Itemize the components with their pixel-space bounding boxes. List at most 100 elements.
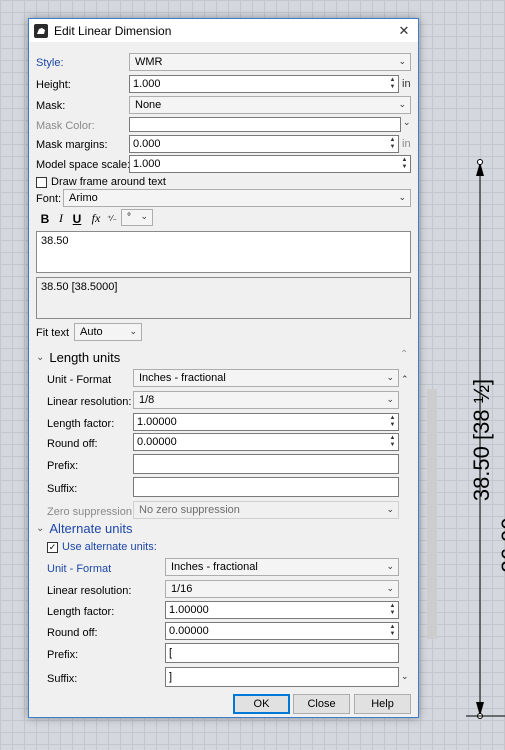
- style-dropdown[interactable]: WMR ⌄: [129, 53, 411, 71]
- fit-text-dropdown[interactable]: Auto ⌄: [74, 323, 142, 341]
- alt-factor-label: Length factor:: [47, 606, 115, 618]
- dimension-text-second[interactable]: 36.00: [497, 517, 505, 572]
- style-value: WMR: [135, 56, 163, 68]
- alt-roundoff-value: 0.00000: [169, 625, 209, 637]
- rhino-app-icon: [34, 23, 48, 38]
- length-units-header[interactable]: ⌄ Length units: [36, 350, 120, 365]
- length-roundoff-value: 0.00000: [137, 436, 177, 448]
- alt-roundoff-input[interactable]: 0.00000 ▲ ▼: [165, 622, 399, 640]
- chevron-down-icon: ⌄: [386, 394, 394, 404]
- dimension-text[interactable]: 38.50 [38 ½]: [469, 379, 495, 501]
- draw-frame-checkbox[interactable]: [36, 176, 47, 188]
- model-scale-value: 1.000: [133, 158, 161, 170]
- alt-prefix-input[interactable]: [: [165, 643, 399, 663]
- alt-suffix-input[interactable]: ]: [165, 667, 399, 687]
- scroll-down-icon[interactable]: ⌄: [401, 671, 409, 682]
- alt-resolution-value: 1/16: [171, 583, 193, 595]
- length-suffix-label: Suffix:: [47, 483, 78, 495]
- chevron-down-icon: ⌄: [398, 56, 406, 66]
- height-label: Height:: [36, 79, 71, 91]
- use-alternate-units-label: Use alternate units:: [62, 541, 157, 553]
- length-factor-input[interactable]: 1.00000 ▲ ▼: [133, 413, 399, 431]
- dimension-text-preview: 38.50 [38.5000]: [36, 277, 411, 319]
- close-button[interactable]: Close: [293, 694, 350, 714]
- length-roundoff-input[interactable]: 0.00000 ▲ ▼: [133, 433, 399, 451]
- length-roundoff-spinner-icon[interactable]: ▲ ▼: [387, 434, 398, 450]
- length-prefix-label: Prefix:: [47, 460, 79, 472]
- mask-color-swatch[interactable]: [129, 117, 401, 132]
- height-unit: in: [402, 78, 411, 90]
- ok-button[interactable]: OK: [233, 694, 290, 714]
- length-suffix-input[interactable]: [133, 477, 399, 497]
- bold-button[interactable]: B: [37, 210, 53, 227]
- mask-margins-spinner-icon[interactable]: ▲ ▼: [387, 136, 398, 152]
- font-value: Arimo: [69, 192, 98, 204]
- italic-button[interactable]: I: [53, 210, 69, 227]
- alt-resolution-dropdown[interactable]: 1/16 ⌄: [165, 580, 399, 598]
- alt-factor-spinner-icon[interactable]: ▲ ▼: [387, 602, 398, 618]
- symbol-dropdown[interactable]: ° ⌄: [121, 209, 153, 226]
- model-scale-label: Model space scale:: [36, 159, 131, 171]
- height-spinner-icon[interactable]: ▲ ▼: [387, 76, 398, 92]
- fit-text-value: Auto: [80, 326, 103, 338]
- symbol-value: °: [127, 212, 131, 223]
- chevron-down-icon: ⌄: [129, 326, 137, 336]
- alt-unit-format-dropdown[interactable]: Inches - fractional ⌄: [165, 558, 399, 576]
- length-factor-spinner-icon[interactable]: ▲ ▼: [387, 414, 398, 430]
- edit-linear-dimension-dialog: Edit Linear Dimension ✕ Style: WMR ⌄ Hei…: [28, 18, 437, 718]
- alt-factor-input[interactable]: 1.00000 ▲ ▼: [165, 601, 399, 619]
- fit-text-label: Fit text: [36, 327, 70, 339]
- length-roundoff-label: Round off:: [47, 438, 98, 450]
- alt-unit-format-label: Unit - Format: [47, 563, 112, 575]
- alt-unit-format-value: Inches - fractional: [171, 561, 258, 573]
- mask-margins-input[interactable]: 0.000 ▲ ▼: [129, 135, 399, 153]
- dimension-text-value: 38.50: [41, 235, 69, 247]
- chevron-down-icon: ⌄: [386, 372, 394, 382]
- chevron-down-icon[interactable]: ⌄: [403, 117, 411, 128]
- length-resolution-value: 1/8: [139, 394, 155, 406]
- font-label: Font:: [36, 193, 62, 205]
- model-scale-input[interactable]: 1.000 ▲ ▼: [129, 155, 411, 173]
- dialog-titlebar[interactable]: Edit Linear Dimension ✕: [29, 19, 418, 42]
- chevron-down-icon: ⌄: [36, 352, 45, 363]
- alt-roundoff-spinner-icon[interactable]: ▲ ▼: [387, 623, 398, 639]
- font-dropdown[interactable]: Arimo ⌄: [63, 189, 411, 207]
- mask-dropdown[interactable]: None ⌄: [129, 96, 411, 114]
- stack-fraction-button[interactable]: ⁺⁄₋: [104, 210, 120, 227]
- panel-scrollbar[interactable]: [427, 389, 437, 639]
- length-factor-value: 1.00000: [137, 416, 177, 428]
- use-alternate-units-row[interactable]: ✓ Use alternate units:: [47, 538, 411, 556]
- alt-suffix-label: Suffix:: [47, 673, 78, 685]
- alt-roundoff-label: Round off:: [47, 627, 98, 639]
- chevron-down-icon: ⌄: [36, 523, 45, 534]
- preview-value: 38.50 [38.5000]: [41, 281, 118, 293]
- height-input[interactable]: 1.000 ▲ ▼: [129, 75, 399, 93]
- help-button[interactable]: Help: [354, 694, 411, 714]
- mask-margins-label: Mask margins:: [36, 139, 108, 151]
- dimension-text-input[interactable]: 38.50: [36, 231, 411, 273]
- length-resolution-label: Linear resolution:: [47, 396, 132, 408]
- model-scale-spinner-icon[interactable]: ▲ ▼: [399, 156, 410, 172]
- length-resolution-dropdown[interactable]: 1/8 ⌄: [133, 391, 399, 409]
- mask-label: Mask:: [36, 100, 66, 112]
- close-icon[interactable]: ✕: [390, 19, 418, 42]
- chevron-down-icon: ⌄: [386, 561, 394, 571]
- length-factor-label: Length factor:: [47, 418, 115, 430]
- alternate-units-header[interactable]: ⌄ Alternate units: [36, 521, 133, 536]
- use-alternate-units-checkbox[interactable]: ✓: [47, 541, 58, 553]
- zero-suppression-label: Zero suppression:: [47, 506, 136, 518]
- mask-color-label: Mask Color:: [36, 120, 95, 132]
- length-unit-format-value: Inches - fractional: [139, 372, 226, 384]
- alt-suffix-value: ]: [169, 671, 173, 683]
- zero-suppression-dropdown[interactable]: No zero suppression ⌄: [133, 501, 399, 519]
- length-prefix-input[interactable]: [133, 454, 399, 474]
- height-value: 1.000: [133, 78, 161, 90]
- chevron-down-icon: ⌄: [386, 583, 394, 593]
- alternate-units-title: Alternate units: [49, 521, 133, 536]
- underline-button[interactable]: U: [69, 210, 85, 227]
- function-button[interactable]: fx: [88, 210, 104, 227]
- alt-prefix-label: Prefix:: [47, 649, 79, 661]
- chevron-up-icon[interactable]: ⌃: [400, 349, 408, 360]
- alt-resolution-label: Linear resolution:: [47, 585, 132, 597]
- length-unit-format-dropdown[interactable]: Inches - fractional ⌄: [133, 369, 399, 387]
